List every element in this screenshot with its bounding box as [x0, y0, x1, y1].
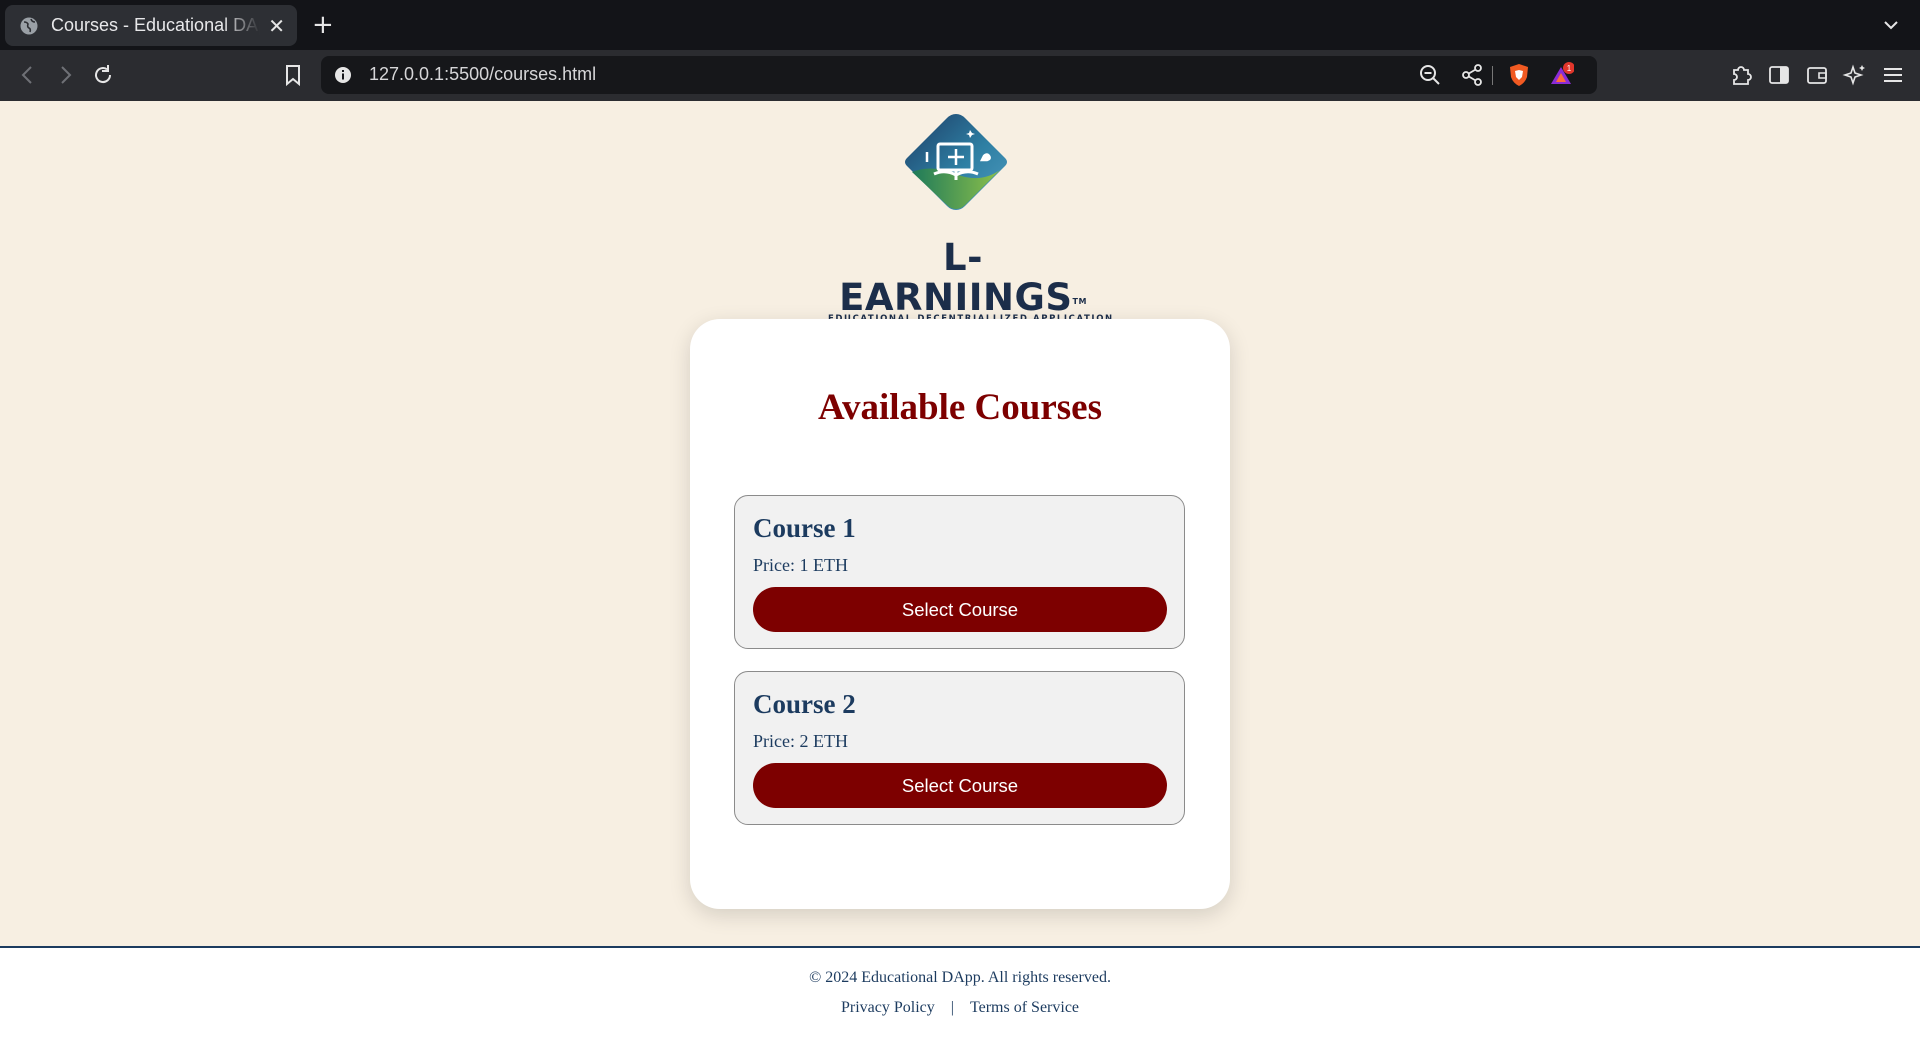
course-price: Price: 1 ETH: [753, 555, 848, 575]
brave-rewards-icon[interactable]: 1: [1548, 62, 1574, 88]
course-name: Course 2: [753, 689, 856, 719]
share-icon[interactable]: [1459, 62, 1485, 88]
wallet-icon[interactable]: [1804, 62, 1830, 88]
globe-icon: [20, 17, 38, 34]
page-title: Available Courses: [817, 387, 1102, 428]
zoom-out-icon[interactable]: [1417, 62, 1443, 88]
browser-toolbar: 127.0.0.1:5500/courses.html 1: [0, 50, 1920, 101]
brand-name-text: L-EARNIINGS: [839, 236, 1073, 319]
url-text[interactable]: 127.0.0.1:5500/courses.html: [369, 64, 596, 85]
close-icon[interactable]: ✕: [268, 14, 285, 38]
info-icon[interactable]: [333, 65, 353, 85]
course-name: Course 1: [753, 513, 856, 543]
back-arrow-icon[interactable]: [15, 62, 41, 88]
address-bar[interactable]: 127.0.0.1:5500/courses.html 1: [321, 56, 1597, 94]
bookmark-icon[interactable]: [280, 62, 306, 88]
brand-name: L-EARNIINGSTM: [828, 238, 1098, 318]
l-earniings-logo: [905, 114, 1007, 210]
footer-separator: |: [950, 999, 954, 1016]
page-footer: © 2024 Educational DApp. All rights rese…: [0, 946, 1920, 1040]
course-price: Price: 2 ETH: [753, 731, 848, 751]
browser-tab[interactable]: Courses - Educational DApp ✕: [5, 5, 297, 46]
puzzle-icon[interactable]: [1728, 62, 1754, 88]
sidebar-icon[interactable]: [1766, 62, 1792, 88]
forward-arrow-icon[interactable]: [52, 62, 78, 88]
trademark-mark: TM: [1072, 297, 1087, 306]
ai-sparkle-icon[interactable]: [1842, 62, 1868, 88]
reload-icon[interactable]: [90, 62, 116, 88]
tab-title: Courses - Educational DApp: [51, 15, 261, 35]
url-separator: [1492, 66, 1493, 85]
hamburger-menu-icon[interactable]: [1880, 62, 1906, 88]
courses-card: Available Courses Course 1 Price: 1 ETH …: [690, 319, 1230, 909]
notification-count: 1: [1567, 64, 1572, 73]
terms-of-service-link[interactable]: Terms of Service: [970, 999, 1079, 1016]
select-course-button[interactable]: Select Course: [753, 587, 1167, 632]
brave-shields-icon[interactable]: [1506, 62, 1532, 88]
course-card: Course 1 Price: 1 ETH Select Course: [734, 495, 1185, 649]
course-card: Course 2 Price: 2 ETH Select Course: [734, 671, 1185, 825]
browser-tab-bar: Courses - Educational DApp ✕ +: [0, 0, 1920, 50]
footer-links: Privacy Policy | Terms of Service: [0, 999, 1920, 1017]
chevron-down-icon[interactable]: [1880, 14, 1902, 36]
plus-icon[interactable]: +: [312, 10, 334, 40]
select-course-button[interactable]: Select Course: [753, 763, 1167, 808]
privacy-policy-link[interactable]: Privacy Policy: [841, 999, 935, 1016]
brand-wordmark: L-EARNIINGSTM EDUCATIONAL DECENTRIALLIZE…: [828, 238, 1112, 325]
copyright-text: © 2024 Educational DApp. All rights rese…: [809, 969, 1111, 986]
